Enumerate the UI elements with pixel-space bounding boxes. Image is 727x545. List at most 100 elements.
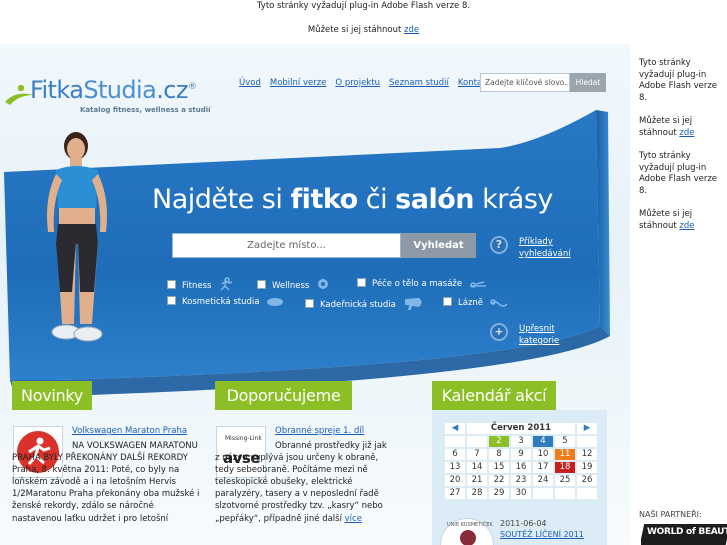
sidebar-download-line: Můžete si jej stáhnout zde — [639, 209, 727, 232]
refine-link[interactable]: Upřesnit kategorie — [519, 324, 559, 346]
category-wellness[interactable]: Wellness — [257, 277, 330, 291]
flash-download-prefix: Můžete si jej stáhnout — [307, 25, 402, 35]
calendar-day[interactable]: 2 — [489, 436, 509, 447]
calendar-day[interactable]: 16 — [511, 462, 531, 473]
checkbox[interactable] — [357, 278, 366, 287]
flash-notice-top: Tyto stránky vyžadují plug-in Adobe Flas… — [0, 0, 727, 44]
calendar-day — [533, 488, 553, 499]
news-heading: Novinky — [12, 381, 92, 410]
calendar-day[interactable]: 4 — [533, 436, 553, 447]
category-label: Péče o tělo a masáže — [372, 279, 463, 289]
hero-headline: Najděte si fitko či salón krásy — [152, 184, 553, 215]
event-link[interactable]: SOUTĚŽ LÍČENÍ 2011 — [500, 530, 584, 539]
lipstick-icon — [267, 298, 284, 306]
logo-name: FitkaStudia.cz® — [30, 76, 197, 104]
category-fitness[interactable]: Fitness — [167, 277, 234, 291]
fitness-model-figure — [47, 132, 107, 342]
sidebar-download-link[interactable]: zde — [679, 221, 694, 231]
calendar-day[interactable]: 23 — [511, 475, 531, 486]
headline-part: fitko — [290, 184, 358, 215]
event-thumbnail-logo — [460, 530, 476, 545]
recommend-item-link[interactable]: Obranné spreje 1. díl — [275, 426, 364, 436]
logo-name-part: .cz — [156, 76, 188, 104]
calendar-day — [445, 436, 465, 447]
sidebar-download-link[interactable]: zde — [679, 128, 694, 138]
next-month-button[interactable]: ▶ — [577, 423, 597, 434]
checkbox[interactable] — [167, 296, 176, 305]
flash-download-link[interactable]: zde — [404, 25, 419, 35]
calendar-day — [555, 488, 575, 499]
calendar-day[interactable]: 10 — [533, 449, 553, 460]
nav-link-mobile[interactable]: Mobilní verze — [270, 78, 327, 88]
calendar-day — [577, 488, 597, 499]
calendar-day[interactable]: 29 — [489, 488, 509, 499]
water-icon — [490, 299, 508, 307]
massage-icon — [469, 281, 486, 288]
calendar-day[interactable]: 18 — [555, 462, 575, 473]
calendar-heading: Kalendář akcí — [432, 381, 556, 410]
calendar-day[interactable]: 15 — [489, 462, 509, 473]
nav-link-studios[interactable]: Seznam studií — [389, 78, 449, 88]
calendar-day[interactable]: 19 — [577, 462, 597, 473]
category-spa[interactable]: Lázně — [443, 296, 508, 308]
headline-part: salón — [395, 184, 474, 215]
calendar-day[interactable]: 21 — [467, 475, 487, 486]
news-item-link[interactable]: Volkswagen Maraton Praha — [72, 426, 187, 436]
calendar-day[interactable]: 3 — [511, 436, 531, 447]
partners-label: NAŠI PARTNEŘI: — [639, 510, 702, 519]
calendar-day[interactable]: 5 — [555, 436, 575, 447]
checkbox[interactable] — [257, 280, 266, 289]
place-search-button[interactable]: Vyhledat — [401, 233, 476, 258]
nav-link-uvod[interactable]: Úvod — [239, 78, 261, 88]
category-hairdressing[interactable]: Kadeřnická studia — [305, 296, 425, 310]
recommend-more-link[interactable]: více — [345, 514, 362, 524]
plus-icon[interactable]: + — [490, 323, 508, 341]
sidebar-flash-notices: Tyto stránky vyžadují plug-in Adobe Flas… — [639, 58, 727, 244]
calendar-day[interactable]: 24 — [533, 475, 553, 486]
checkbox[interactable] — [443, 297, 452, 306]
calendar-day[interactable]: 22 — [489, 475, 509, 486]
calendar-day[interactable]: 14 — [467, 462, 487, 473]
calendar-day[interactable]: 25 — [555, 475, 575, 486]
calendar-day[interactable]: 20 — [445, 475, 465, 486]
partner-logo[interactable]: WORLD of BEAUTY & SPA — [641, 524, 727, 545]
calendar-day[interactable]: 7 — [467, 449, 487, 460]
calendar-day[interactable]: 17 — [533, 462, 553, 473]
place-search-input[interactable]: Zadejte místo... — [172, 233, 401, 258]
keyword-search-button[interactable]: Hledat — [570, 73, 606, 92]
keyword-search-input[interactable]: Zadejte klíčové slovo... — [480, 73, 570, 92]
nav-link-about[interactable]: O projektu — [335, 78, 380, 88]
hairdryer-icon — [404, 298, 422, 310]
headline-part: Najděte si — [152, 184, 291, 215]
calendar-day[interactable]: 26 — [577, 475, 597, 486]
calendar-day[interactable]: 11 — [555, 449, 575, 460]
recommend-text: Obranné prostředky již jak z názvu vyplý… — [215, 440, 393, 545]
calendar-day[interactable]: 9 — [511, 449, 531, 460]
calendar-day — [467, 436, 487, 447]
logo-name-part: Studia — [83, 76, 157, 104]
calendar-day[interactable]: 30 — [511, 488, 531, 499]
question-icon[interactable]: ? — [490, 236, 508, 254]
event-thumbnail[interactable]: UNIE KOSMETIČEK — [440, 518, 494, 545]
sidebar-flash-text: Tyto stránky vyžadují plug-in Adobe Flas… — [639, 151, 718, 196]
category-body-care[interactable]: Péče o tělo a masáže — [357, 277, 487, 289]
calendar-day[interactable]: 6 — [445, 449, 465, 460]
calendar-day[interactable]: 12 — [577, 449, 597, 460]
calendar-day[interactable]: 27 — [445, 488, 465, 499]
prev-month-button[interactable]: ◀ — [445, 423, 465, 434]
calendar-month: Červen 2011 — [467, 423, 575, 434]
calendar-day[interactable]: 13 — [445, 462, 465, 473]
examples-link[interactable]: Příklady vyhledávání — [519, 237, 571, 259]
keyword-search: Zadejte klíčové slovo... Hledat — [480, 73, 606, 92]
category-label: Kadeřnická studia — [320, 300, 396, 310]
top-nav: Úvod Mobilní verze O projektu Seznam stu… — [239, 78, 490, 88]
calendar-day[interactable]: 28 — [467, 488, 487, 499]
category-cosmetics[interactable]: Kosmetická studia — [167, 296, 284, 307]
main-page: FitkaStudia.cz® Katalog fitness, wellnes… — [0, 44, 630, 545]
calendar-day — [577, 436, 597, 447]
news-text: NA VOLKSWAGEN MARATONU PRAHA BYLY PŘEKON… — [12, 440, 204, 545]
calendar-day[interactable]: 8 — [489, 449, 509, 460]
category-label: Kosmetická studia — [182, 297, 260, 307]
checkbox[interactable] — [167, 280, 176, 289]
checkbox[interactable] — [305, 299, 314, 308]
